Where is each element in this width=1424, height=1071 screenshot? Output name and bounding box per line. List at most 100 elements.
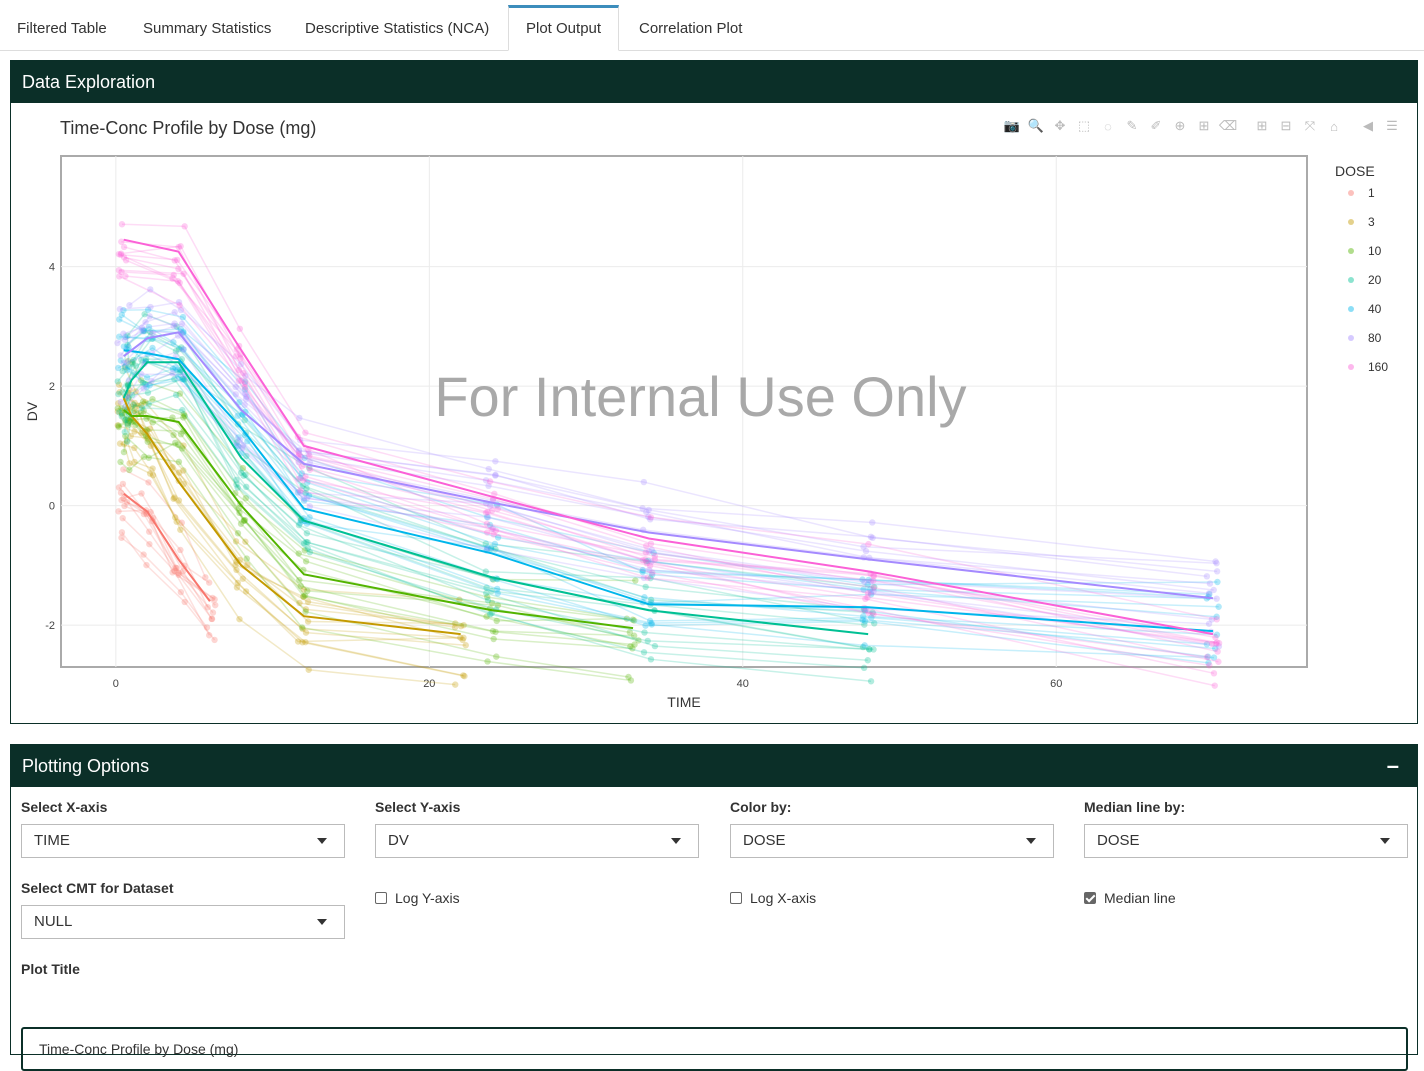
observation-point — [116, 305, 124, 313]
observation-point — [149, 472, 157, 479]
observation-point — [1213, 616, 1221, 623]
observation-point — [146, 313, 153, 320]
observation-point — [492, 628, 499, 636]
observation-point — [240, 517, 248, 524]
observation-point — [236, 615, 243, 623]
observation-point — [860, 613, 867, 620]
data-exploration-box: Data Exploration Time-Conc Profile by Do… — [10, 60, 1418, 724]
tab-descriptive-statistics[interactable]: Descriptive Statistics (NCA) — [288, 5, 506, 49]
cmt-label: Select CMT for Dataset — [21, 880, 174, 896]
observation-point — [241, 380, 249, 387]
tab-correlation-plot[interactable]: Correlation Plot — [622, 5, 759, 49]
observation-point — [647, 514, 655, 521]
observation-point — [145, 528, 153, 535]
options-body: Select X-axis TIME Select Y-axis DV Colo… — [11, 787, 1417, 1071]
observation-point — [306, 549, 314, 556]
observation-point — [239, 444, 246, 452]
observation-point — [115, 484, 123, 491]
observation-point — [296, 576, 303, 584]
plot-title-input[interactable]: Time-Conc Profile by Dose (mg) — [21, 1027, 1408, 1071]
y-axis-select[interactable]: DV — [375, 824, 699, 858]
tab-plot-output[interactable]: Plot Output — [508, 5, 620, 51]
observation-point — [234, 484, 241, 491]
legend-label: 10 — [1368, 244, 1382, 258]
observation-point — [493, 653, 500, 660]
caret-down-icon — [1380, 838, 1390, 844]
legend-marker — [1348, 277, 1354, 283]
observation-point — [870, 610, 877, 618]
checkbox-box[interactable] — [730, 892, 742, 904]
observation-point — [304, 598, 312, 605]
checkbox-box[interactable] — [1084, 892, 1096, 904]
legend-item[interactable]: 3 — [1348, 215, 1375, 229]
legend-item[interactable]: 10 — [1348, 244, 1381, 258]
legend-item[interactable]: 80 — [1348, 331, 1381, 345]
observation-point — [179, 346, 187, 353]
observation-point — [304, 539, 311, 546]
observation-point — [123, 498, 131, 506]
tab-filtered-table[interactable]: Filtered Table — [0, 5, 124, 49]
select-value: DOSE — [743, 832, 786, 849]
legend-item[interactable]: 1 — [1348, 186, 1375, 200]
observation-point — [1206, 580, 1214, 587]
observation-point — [139, 328, 146, 335]
tab-summary-statistics[interactable]: Summary Statistics — [126, 5, 288, 49]
legend-marker — [1348, 364, 1354, 370]
observation-point — [452, 681, 459, 688]
y-axis-title: DV — [24, 401, 40, 421]
observation-point — [171, 257, 178, 264]
observation-point — [130, 401, 137, 408]
median-by-select[interactable]: DOSE — [1084, 824, 1408, 858]
collapse-button[interactable]: – — [1387, 745, 1399, 787]
log-x-checkbox[interactable]: Log X-axis — [730, 890, 816, 906]
observation-point — [140, 385, 147, 392]
observation-point — [644, 574, 651, 582]
legend-item[interactable]: 20 — [1348, 273, 1381, 287]
observation-point — [243, 555, 250, 562]
checkbox-box[interactable] — [375, 892, 387, 904]
legend-label: 160 — [1368, 360, 1389, 374]
observation-point — [486, 610, 494, 618]
observation-point — [485, 465, 492, 473]
observation-point — [305, 666, 312, 673]
legend-item[interactable]: 160 — [1348, 360, 1388, 374]
observation-point — [867, 678, 875, 685]
x-tick-label: 40 — [737, 678, 749, 690]
observation-point — [116, 273, 123, 280]
color-by-select[interactable]: DOSE — [730, 824, 1054, 858]
chart-svg[interactable]: 0 20 40 60 -2 0 2 4 TIME DV For Internal Use Only — [11, 103, 1417, 723]
plot-area: Time-Conc Profile by Dose (mg) 📷 🔍 ✥ ⬚ ◌ ✎ ✐ ⊕ ⊞… — [11, 103, 1417, 723]
legend-marker — [1348, 248, 1354, 254]
observation-point — [648, 621, 655, 628]
observation-point — [114, 378, 121, 385]
median-line-checkbox[interactable]: Median line — [1084, 890, 1176, 906]
x-axis-select[interactable]: TIME — [21, 824, 345, 858]
cmt-select[interactable]: NULL — [21, 905, 345, 939]
observation-point — [302, 638, 309, 646]
observation-point — [302, 558, 310, 565]
legend-marker — [1348, 219, 1354, 225]
observation-point — [177, 588, 185, 596]
x-tick-label: 20 — [423, 678, 435, 690]
observation-point — [118, 496, 125, 504]
observation-point — [169, 569, 176, 576]
checkbox-label: Log X-axis — [750, 890, 817, 906]
observation-point — [1213, 560, 1220, 567]
observation-point — [642, 583, 649, 591]
log-y-checkbox[interactable]: Log Y-axis — [375, 890, 460, 906]
observation-point — [116, 316, 123, 323]
observation-point — [233, 584, 241, 591]
observation-point — [302, 629, 310, 636]
observation-point — [169, 370, 176, 377]
observation-point — [460, 672, 467, 679]
x-axis-label: Select X-axis — [21, 799, 108, 815]
observation-point — [116, 409, 123, 416]
observation-point — [176, 469, 183, 476]
observation-point — [640, 478, 648, 486]
legend-label: 1 — [1368, 186, 1375, 200]
observation-point — [122, 257, 130, 264]
observation-point — [177, 546, 184, 554]
legend-item[interactable]: 40 — [1348, 302, 1381, 316]
observation-point — [494, 590, 501, 597]
observation-point — [175, 458, 183, 466]
